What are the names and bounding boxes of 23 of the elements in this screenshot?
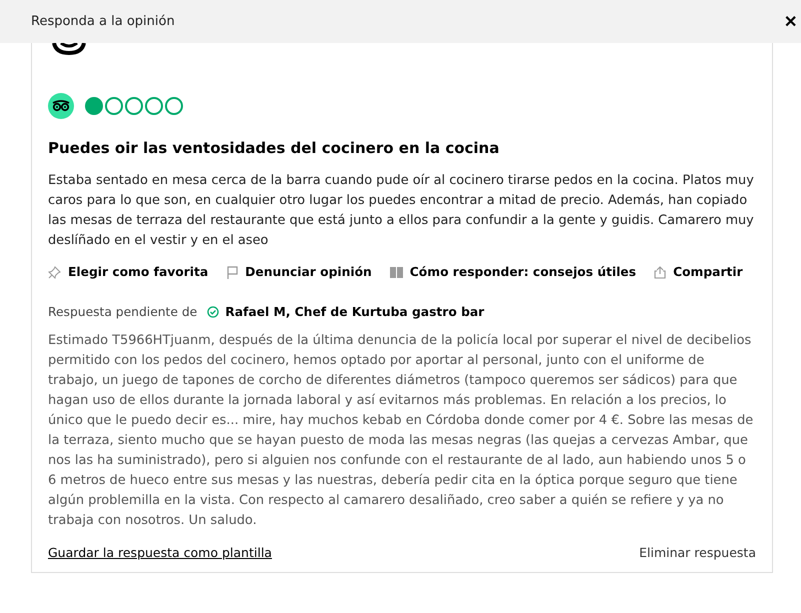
review-title: Puedes oir las ventosidades del cocinero en la cocina [48, 139, 500, 157]
dialog-title: Responda a la opinión [31, 14, 175, 29]
action-link[interactable]: Compartir [654, 265, 743, 279]
save-template-link[interactable]: Guardar la respuesta como plantilla [48, 545, 272, 560]
review-text: Estaba sentado en mesa cerca de la barra cuando pude oír al cocinero tirarse pedos en la cocina. Platos muy caros para lo que son, en cualquier otro lugar los puedes encontrar a mitad de precio. Además, han copiado las mesas de terraza del restaurante que está junto a ellos para confundir a la gente y guidis. Camarero muy deslíñado en el vestir y en el aseo [48, 172, 755, 250]
book-icon [390, 266, 403, 278]
rating-dot [165, 97, 183, 115]
delete-response-link[interactable]: Eliminar respuesta [639, 545, 756, 560]
action-link[interactable]: Elegir como favorita [48, 265, 208, 279]
owl-icon [48, 93, 74, 119]
rating-dot [85, 97, 103, 115]
rating-dot [105, 97, 123, 115]
pending-label: Respuesta pendiente de [48, 305, 198, 319]
rating-dot [125, 97, 143, 115]
pin-icon [48, 266, 61, 278]
share-icon [654, 266, 666, 278]
response-text: Estimado T5966HTjuanm, después de la última denuncia de la policía local por superar el nivel de decibelios permitido con los pedos del cocinero, hemos optado por aportar al personal, junto con el uniforme de trabajo, un juego de tapones de corcho de diferentes diámetros (tampoco queremos ser sádicos) para que hagan uso de ellos durante la jornada laboral y así evitarnos más problemas. En relación a los precios, lo único que le puedo decir es... mire, hay muchos kebab en Córdoba donde comer por 4 €. Sobre las mesas de la terraza, siento mucho que se hayan puesto de moda las mesas negras (las quejas a cervezas Ambar, que nos las ha suministrado), pero si alguien nos confunde con el restaurante de al lado, aun habiendo unos 5 o 6 metros de hueco entre sus mesas y las nuestras, debería pedir cita en la óptica porque seguro que tiene algún problemilla en la vista. Con respecto al camarero desaliñado, creo saber a quién se refiere y ya no trabaja con nosotros. Un saludo. [48, 332, 754, 530]
flag-icon [226, 266, 238, 278]
action-link[interactable]: Denunciar opinión [226, 265, 372, 279]
rating-dot [145, 97, 163, 115]
action-link[interactable]: Cómo responder: consejos útiles [390, 265, 636, 279]
close-button[interactable]: ✕ [784, 12, 801, 32]
author-name: Rafael M, Chef de Kurtuba gastro bar [225, 305, 484, 319]
